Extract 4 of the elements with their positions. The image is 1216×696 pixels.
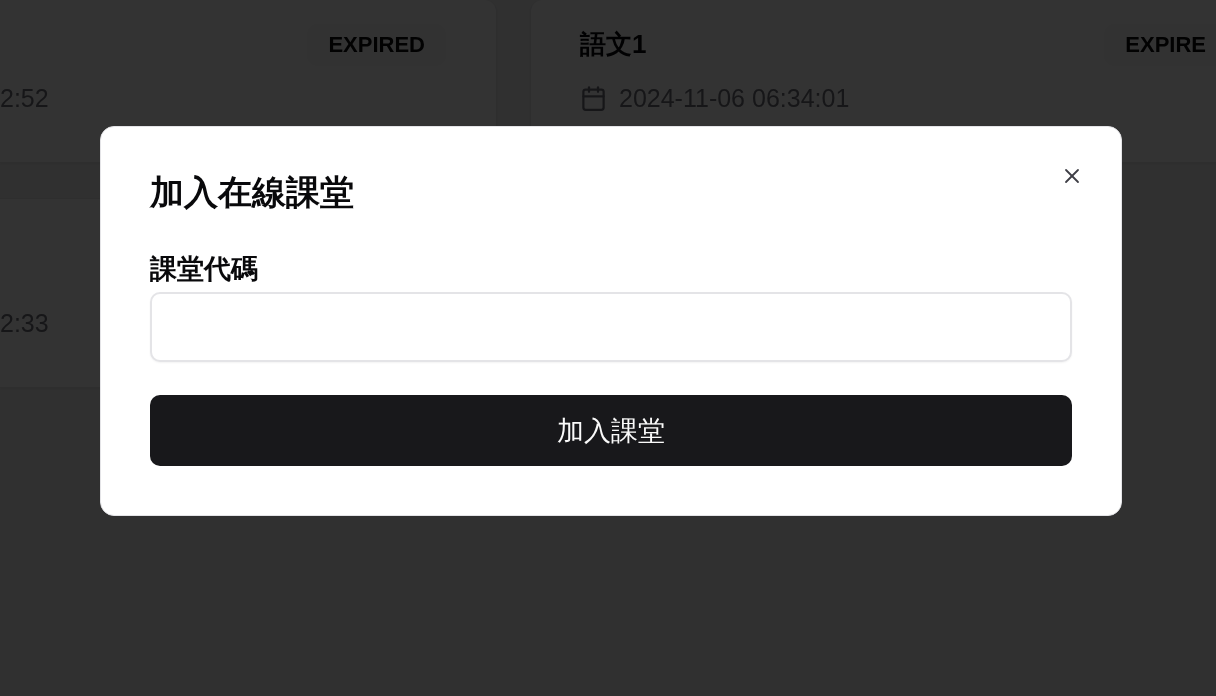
class-code-input[interactable] (150, 292, 1072, 362)
join-class-button[interactable]: 加入課堂 (150, 395, 1072, 466)
field-label: 課堂代碼 (150, 253, 258, 286)
dialog-title: 加入在線課堂 (150, 172, 354, 213)
